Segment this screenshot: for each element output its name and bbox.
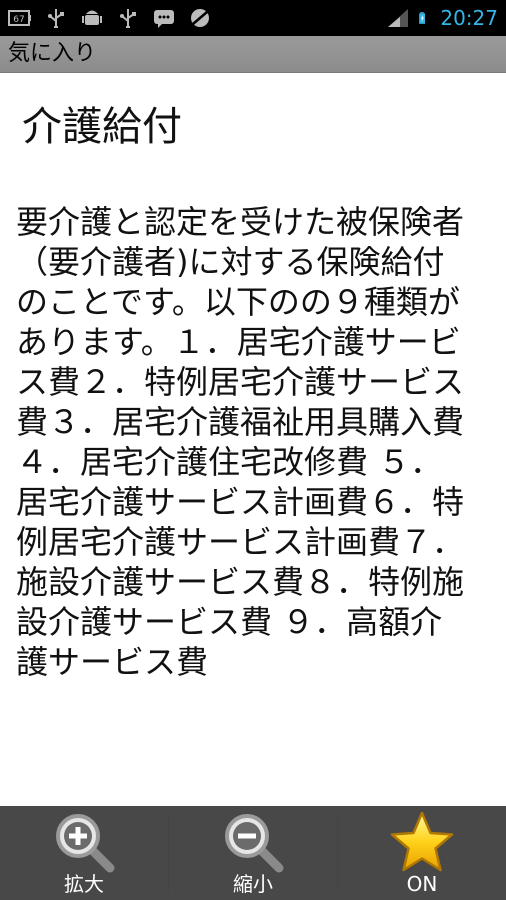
status-bar: 67 20:27 [0, 0, 506, 36]
usb-icon [48, 9, 64, 28]
status-time: 20:27 [440, 6, 498, 30]
android-debug-icon [82, 10, 102, 25]
zoom-out-label: 縮小 [233, 872, 273, 896]
bottom-toolbar: 拡大 縮小 ON [0, 806, 506, 900]
zoom-out-button[interactable]: 縮小 [169, 806, 337, 900]
svg-text:67: 67 [13, 15, 24, 25]
app-title-bar: 気に入り [0, 36, 506, 73]
status-system-icons: 20:27 [386, 6, 498, 30]
article-body: 要介護と認定を受けた被保険者（要介護者)に対する保険給付のことです。以下のの９種… [16, 203, 465, 681]
zoom-out-icon [225, 814, 284, 873]
signal-bars-icon [388, 9, 409, 27]
no-signal-icon [191, 9, 209, 27]
article-content[interactable]: 介護給付 要介護と認定を受けた被保険者（要介護者)に対する保険給付のことです。以… [0, 72, 506, 900]
zoom-in-button[interactable]: 拡大 [0, 806, 168, 900]
app-title: 気に入り [8, 41, 97, 66]
zoom-in-label: 拡大 [64, 872, 104, 896]
battery-charging-icon [419, 12, 426, 24]
status-notification-icons: 67 [8, 6, 212, 30]
article-heading: 介護給付 [22, 104, 182, 150]
message-icon [154, 10, 174, 28]
star-icon [390, 811, 454, 872]
favorite-label: ON [406, 872, 438, 896]
favorite-toggle-button[interactable]: ON [338, 806, 506, 900]
usb-icon [120, 9, 136, 28]
zoom-in-icon [56, 814, 115, 873]
battery-67-icon: 67 [8, 10, 31, 26]
